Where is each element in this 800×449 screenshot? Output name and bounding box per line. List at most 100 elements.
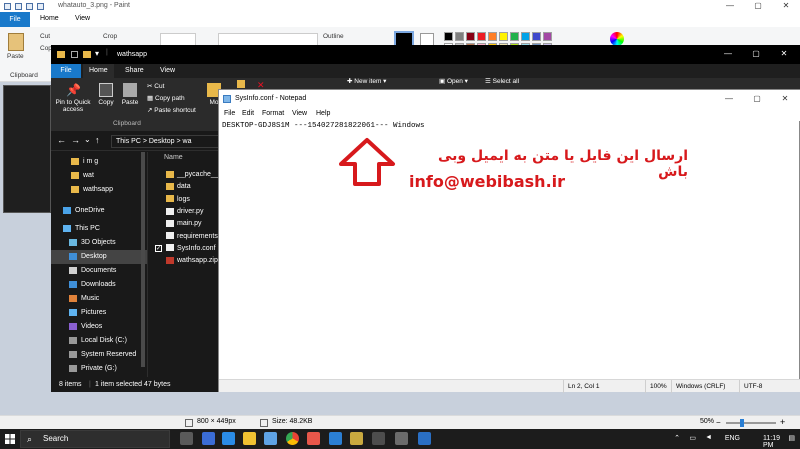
nav-item[interactable]: OneDrive [51, 204, 147, 218]
network-icon[interactable]: ▭ [689, 434, 696, 442]
taskbar-app-icon[interactable] [307, 432, 320, 445]
notepad-vertical-scrollbar[interactable] [787, 122, 799, 379]
paint-cut-button[interactable]: Cut [40, 33, 50, 40]
file-list-item[interactable]: driver.py [166, 206, 203, 218]
zoom-slider-thumb[interactable] [740, 419, 744, 427]
clock[interactable]: 11:19 PM [763, 435, 780, 449]
palette-swatch[interactable] [521, 32, 530, 41]
ribbon-paste-button[interactable]: Paste [119, 83, 141, 106]
file-list-item[interactable]: main.py [166, 218, 202, 230]
nav-item[interactable]: Videos [51, 320, 147, 334]
up-arrow-icon[interactable]: ↑ [95, 135, 100, 145]
explorer-tab-home[interactable]: Home [83, 64, 114, 78]
windows-start-icon[interactable] [5, 434, 15, 444]
zoom-out-button[interactable]: − [716, 418, 721, 427]
menu-file[interactable]: File [224, 110, 235, 117]
paint-tab-view[interactable]: View [75, 15, 90, 22]
nav-item[interactable]: Local Disk (C:) [51, 334, 147, 348]
recent-locations-icon[interactable]: ⌄ [84, 135, 91, 144]
zoom-slider[interactable] [726, 422, 776, 424]
forward-arrow-icon[interactable]: → [71, 135, 80, 145]
notifications-icon[interactable]: ▤ [788, 434, 795, 442]
volume-icon[interactable]: ◄ [705, 434, 712, 441]
nav-item[interactable]: Music [51, 292, 147, 306]
open-dropdown[interactable]: ▣ Open ▾ [439, 77, 468, 85]
menu-edit[interactable]: Edit [242, 110, 254, 117]
file-list-item[interactable]: ✓ SysInfo.conf [155, 243, 216, 255]
address-bar[interactable]: This PC > Desktop > wa [111, 135, 221, 148]
ribbon-cut-button[interactable]: ✂ Cut [147, 82, 164, 90]
palette-swatch[interactable] [543, 32, 552, 41]
vscode-icon[interactable] [329, 432, 342, 445]
nav-item[interactable]: Downloads [51, 278, 147, 292]
back-arrow-icon[interactable]: ← [57, 135, 66, 145]
explorer-tab-share[interactable]: Share [119, 64, 150, 78]
palette-swatch[interactable] [510, 32, 519, 41]
save-icon[interactable] [15, 2, 22, 10]
nav-item[interactable]: System Reserved [51, 348, 147, 362]
nav-item[interactable]: wat [51, 169, 147, 183]
file-list-item[interactable]: logs [166, 194, 190, 206]
tray-overflow-icon[interactable]: ⌃ [674, 434, 680, 442]
file-list-item[interactable]: requirements. [166, 231, 220, 243]
ribbon-copy-path-button[interactable]: ▦ Copy path [147, 94, 185, 102]
menu-view[interactable]: View [292, 110, 307, 117]
paint-crop-button[interactable]: Crop [103, 33, 117, 40]
paint-tab-home[interactable]: Home [40, 15, 59, 22]
taskbar-app-icon[interactable] [222, 432, 235, 445]
properties-icon[interactable] [71, 51, 78, 58]
taskbar-app-icon[interactable] [350, 432, 363, 445]
taskbar-app-icon[interactable] [372, 432, 385, 445]
zoom-in-button[interactable]: + [780, 417, 785, 427]
paint-tab-file[interactable]: File [0, 12, 30, 27]
nav-item[interactable]: wathsapp [51, 183, 147, 197]
palette-swatch[interactable] [477, 32, 486, 41]
taskbar-app-icon[interactable] [202, 432, 215, 445]
paint-maximize-button[interactable]: ▢ [746, 0, 770, 12]
chrome-icon[interactable] [286, 432, 299, 445]
paint-minimize-button[interactable]: — [718, 0, 742, 12]
paint-close-button[interactable]: ✕ [774, 0, 798, 12]
nav-item[interactable]: Documents [51, 264, 147, 278]
nav-item[interactable]: Pictures [51, 306, 147, 320]
notepad-text-area[interactable]: DESKTOP-GDJ8S1M ---154027281822061--- Wi… [222, 122, 425, 130]
nav-item[interactable]: i m g [51, 155, 147, 169]
file-list-item[interactable]: wathsapp.zip [166, 255, 218, 267]
explorer-minimize-button[interactable]: — [716, 48, 740, 60]
explorer-tab-view[interactable]: View [154, 64, 181, 78]
file-list-item[interactable]: __pycache__ [166, 169, 219, 181]
notepad-minimize-button[interactable]: — [717, 93, 741, 105]
menu-help[interactable]: Help [316, 110, 330, 117]
palette-swatch[interactable] [499, 32, 508, 41]
notepad-close-button[interactable]: ✕ [773, 93, 797, 105]
menu-format[interactable]: Format [262, 110, 284, 117]
nav-item[interactable]: Private (G:) [51, 362, 147, 376]
pin-quick-access-button[interactable]: 📌 Pin to Quick access [53, 83, 93, 113]
ribbon-paste-shortcut-button[interactable]: ↗ Paste shortcut [147, 106, 196, 114]
redo-icon[interactable] [37, 2, 44, 10]
file-list-item[interactable]: data [166, 181, 191, 193]
select-all-button[interactable]: ☰ Select all [485, 77, 519, 85]
notepad-taskbar-icon[interactable] [395, 432, 408, 445]
taskbar-search-box[interactable]: ⌕ Search [20, 430, 170, 448]
paint-paste-button[interactable]: Paste [7, 53, 24, 60]
nav-item[interactable]: Desktop [51, 250, 147, 264]
edit-colors-icon[interactable] [610, 32, 624, 46]
selection-checkbox[interactable]: ✓ [155, 244, 162, 252]
file-explorer-taskbar-icon[interactable] [243, 432, 256, 445]
taskbar-app-icon[interactable] [264, 432, 277, 445]
paint-outline-dropdown[interactable]: Outline [323, 33, 344, 40]
paste-icon[interactable] [8, 33, 24, 51]
nav-item[interactable]: This PC [51, 222, 147, 236]
notepad-maximize-button[interactable]: ▢ [745, 93, 769, 105]
nav-scrollbar[interactable] [141, 152, 145, 367]
palette-swatch[interactable] [444, 32, 453, 41]
name-column-header[interactable]: Name [164, 154, 183, 161]
new-item-dropdown[interactable]: ✚ New item ▾ [347, 77, 386, 85]
new-folder-icon[interactable] [83, 51, 91, 58]
paint-taskbar-icon[interactable] [418, 432, 431, 445]
palette-swatch[interactable] [532, 32, 541, 41]
ribbon-copy-button[interactable]: Copy [95, 83, 117, 106]
undo-icon[interactable] [26, 2, 33, 10]
copy-to-icon[interactable] [237, 80, 245, 88]
